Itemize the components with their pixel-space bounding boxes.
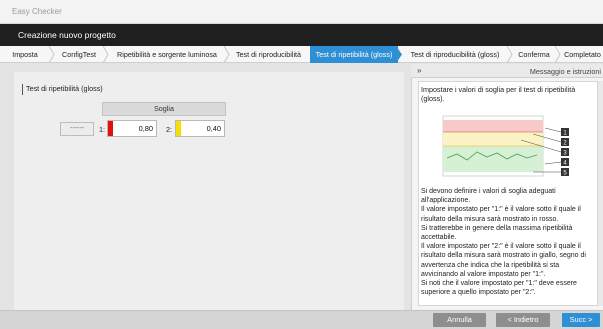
tab-ripetibilita-gloss[interactable]: Test di ripetibilità (gloss) [310, 46, 398, 63]
tab-label: ConfigTest [62, 50, 96, 59]
threshold2-label: 2: [166, 125, 172, 134]
header-bar: Creazione nuovo progetto [0, 24, 603, 46]
window-title-bar: Easy Checker [0, 0, 603, 24]
tab-ripetibilita-sorgente[interactable]: Ripetibilità e sorgente luminosa [110, 46, 224, 63]
collapse-panel-icon[interactable]: » [417, 66, 421, 75]
tab-riproducibilita[interactable]: Test di riproducibilità [230, 46, 307, 63]
tab-label: Ripetibilità e sorgente luminosa [117, 50, 217, 59]
placeholder-box: ------ [60, 122, 94, 136]
page-title: Creazione nuovo progetto [18, 30, 116, 40]
section-title: Test di ripetibilità (gloss) [26, 84, 103, 93]
red-indicator [108, 121, 113, 136]
threshold1-value: 0,80 [138, 124, 153, 133]
back-button[interactable]: < Indietro [496, 313, 550, 327]
instructions-scrollbar[interactable] [598, 81, 603, 306]
tab-label: Imposta [12, 50, 38, 59]
tab-completato[interactable]: Completato [562, 46, 603, 63]
window-title: Easy Checker [12, 7, 62, 16]
instructions-intro: Impostare i valori di soglia per il test… [421, 85, 576, 103]
section-marker [22, 84, 23, 95]
instructions-header: » Messaggio e istruzioni [411, 64, 603, 78]
tab-riproducibilita-gloss[interactable]: Test di riproducibilità (gloss) [404, 46, 506, 63]
tab-label: Test di riproducibilità (gloss) [410, 50, 500, 59]
next-button[interactable]: Succ > [562, 313, 600, 327]
tab-conferma[interactable]: Conferma [512, 46, 556, 63]
instructions-body: Si devono definire i valori di soglia ad… [421, 188, 586, 297]
chevron-separator-icon [554, 46, 561, 63]
threshold2-input[interactable]: 0,40 [175, 120, 225, 137]
threshold1-label: 1: [99, 125, 105, 134]
chevron-separator-active-icon [396, 46, 402, 63]
instructions-title: Messaggio e istruzioni [529, 67, 601, 76]
chevron-separator-icon [102, 46, 109, 63]
tab-imposta[interactable]: Imposta [0, 46, 50, 63]
tab-label: Completato [564, 50, 601, 59]
tab-label: Conferma [518, 50, 550, 59]
threshold1-input[interactable]: 0,80 [107, 120, 157, 137]
yellow-indicator [176, 121, 181, 136]
threshold-header: Soglia [102, 102, 226, 116]
tab-label: Test di ripetibilità (gloss) [315, 50, 393, 59]
tab-label: Test di riproducibilità [235, 50, 302, 59]
cancel-button[interactable]: Annulla [433, 313, 486, 327]
tab-configtest[interactable]: ConfigTest [55, 46, 103, 63]
threshold2-value: 0,40 [206, 124, 221, 133]
threshold-diagram: 1 2 3 4 5 [421, 108, 597, 184]
wizard-steps: Imposta ConfigTest Ripetibilità e sorgen… [0, 46, 603, 63]
